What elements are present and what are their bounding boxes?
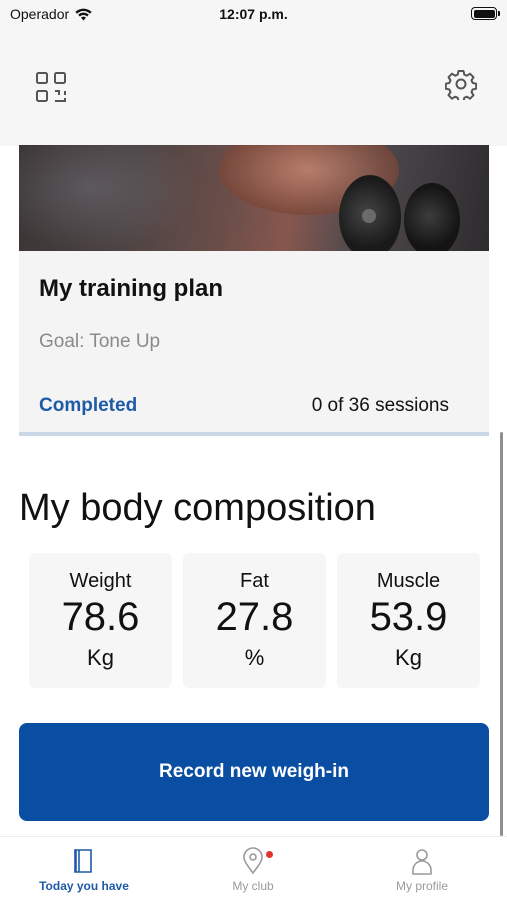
book-icon [74,849,92,873]
record-weigh-in-button[interactable]: Record new weigh-in [19,723,489,821]
tab-my-club[interactable]: My club [183,847,323,893]
body-composition-title: My body composition [19,487,376,529]
gym-background [19,145,199,251]
status-time: 12:07 p.m. [219,6,288,22]
metric-unit: Kg [87,645,114,670]
tab-label: Today you have [39,879,129,893]
tab-label: My club [232,879,274,893]
tab-today-you-have[interactable]: Today you have [14,847,154,893]
fat-metric-card[interactable]: Fat 27.8 % [183,553,326,688]
gear-icon [444,70,478,103]
metric-value: 53.9 [369,595,448,639]
metric-label: Fat [240,570,269,592]
metric-unit: % [244,645,265,670]
person-icon [412,849,432,875]
scrollbar[interactable] [500,432,503,836]
plan-progress-bar [19,432,489,436]
plan-status: Completed [39,395,138,416]
battery-icon [471,7,500,20]
metric-value: 27.8 [215,595,294,639]
dumbbell-plate [404,183,460,251]
metric-value: 78.6 [61,595,140,639]
plan-title: My training plan [39,275,224,302]
qr-code-button[interactable] [34,70,68,104]
qr-code-icon [36,72,66,102]
tab-my-profile[interactable]: My profile [352,847,492,893]
training-plan-card[interactable]: My training plan Goal: Tone Up Completed… [19,251,489,436]
settings-button[interactable] [444,68,478,103]
notification-dot [266,851,273,858]
top-navigation-bar [0,30,507,145]
tab-bar: Today you have My club My profile [0,836,507,900]
metric-label: Muscle [376,570,441,592]
muscle-metric-card[interactable]: Muscle 53.9 Kg [337,553,480,688]
plan-goal: Goal: Tone Up [39,331,161,352]
plan-sessions-count: 0 of 36 sessions [311,395,449,416]
status-bar: Operador 12:07 p.m. [0,0,507,30]
metric-unit: Kg [395,645,422,670]
weight-metric-card[interactable]: Weight 78.6 Kg [29,553,172,688]
metric-label: Weight [69,570,132,592]
location-pin-icon [243,847,263,875]
tab-label: My profile [395,879,448,893]
dumbbell-hub [362,209,376,223]
training-plan-image[interactable] [19,145,489,251]
